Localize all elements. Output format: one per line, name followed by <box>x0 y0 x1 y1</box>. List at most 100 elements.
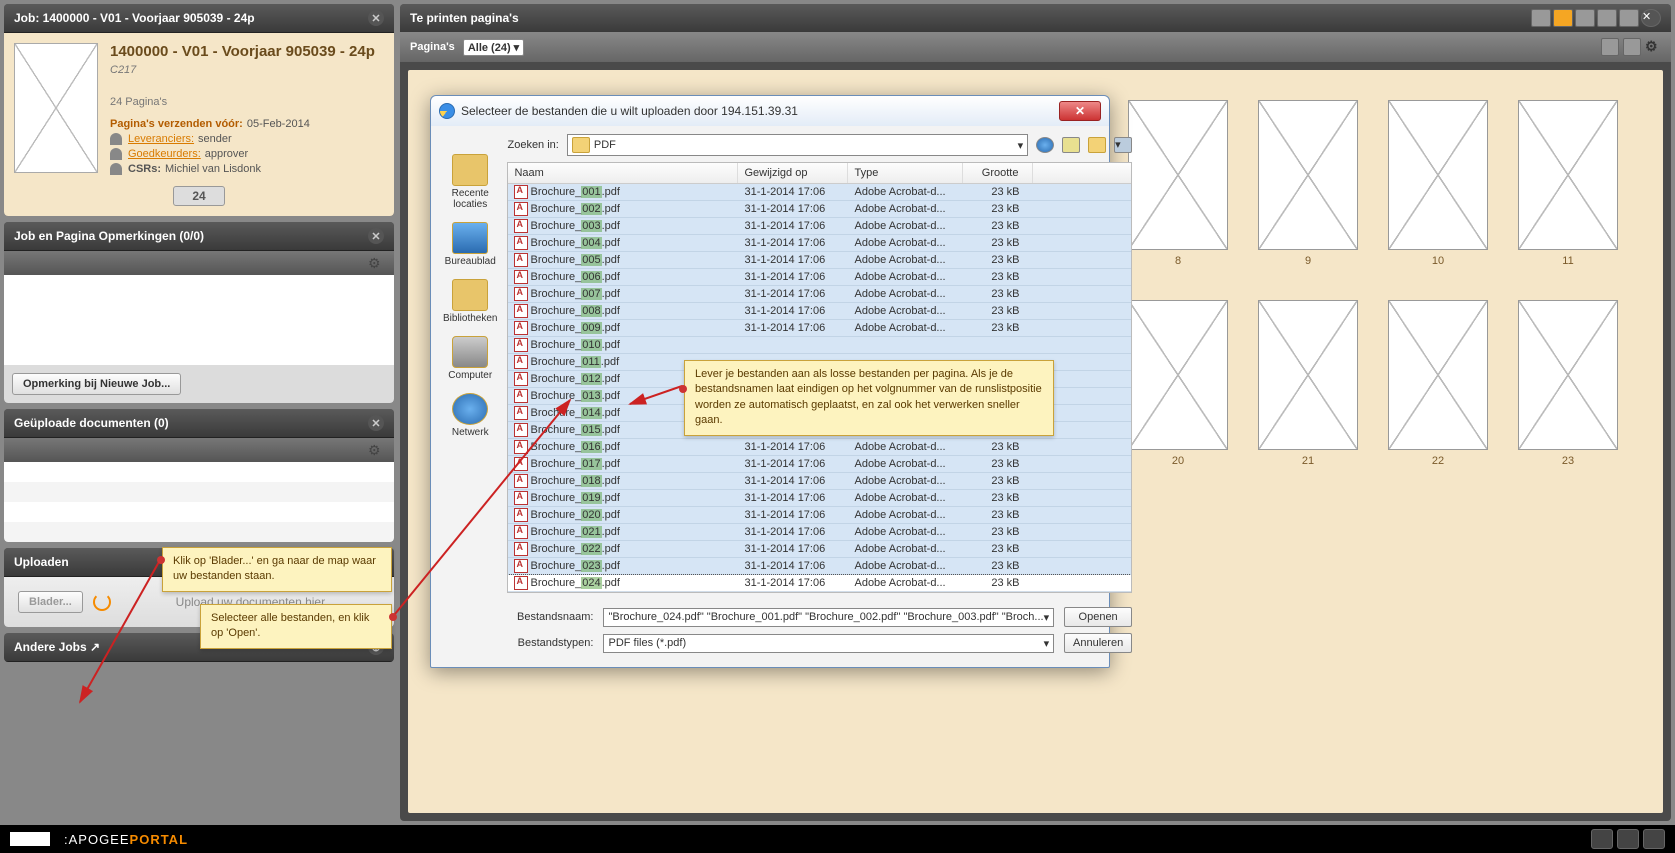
sidebar-place-2[interactable]: Bibliotheken <box>443 279 497 324</box>
remarks-panel: Job en Pagina Opmerkingen (0/0) ✕ ⚙ Opme… <box>4 222 394 403</box>
view-grid-icon[interactable] <box>1553 9 1573 27</box>
file-row[interactable]: Brochure_004.pdf31-1-2014 17:06Adobe Acr… <box>508 235 1131 252</box>
file-row[interactable]: Brochure_019.pdf31-1-2014 17:06Adobe Acr… <box>508 490 1131 507</box>
tool-icon[interactable] <box>1601 38 1619 56</box>
page-slot[interactable]: 8 <box>1128 100 1228 250</box>
pdf-icon <box>514 389 528 403</box>
file-row[interactable]: Brochure_007.pdf31-1-2014 17:06Adobe Acr… <box>508 286 1131 303</box>
dialog-close-button[interactable]: ✕ <box>1059 101 1101 121</box>
person-icon <box>110 163 122 175</box>
file-row[interactable]: Brochure_016.pdf31-1-2014 17:06Adobe Acr… <box>508 439 1131 456</box>
pages-label: Pagina's <box>410 41 455 53</box>
csrs-value: Michiel van Lisdonk <box>165 163 261 175</box>
filename-input[interactable]: "Brochure_024.pdf" "Brochure_001.pdf" "B… <box>603 608 1054 627</box>
pdf-icon <box>514 525 528 539</box>
suppliers-value: sender <box>198 133 232 145</box>
sidebar-place-1[interactable]: Bureaublad <box>445 222 496 267</box>
back-icon[interactable] <box>1036 137 1054 153</box>
close-icon[interactable]: ✕ <box>368 228 384 244</box>
person-icon <box>110 148 122 160</box>
close-icon[interactable]: ✕ <box>368 415 384 431</box>
file-row[interactable]: Brochure_022.pdf31-1-2014 17:06Adobe Acr… <box>508 541 1131 558</box>
page-number: 21 <box>1259 455 1357 467</box>
pdf-icon <box>514 559 528 573</box>
cancel-button[interactable]: Annuleren <box>1064 633 1132 653</box>
pdf-icon <box>514 202 528 216</box>
pdf-icon <box>514 508 528 522</box>
new-folder-icon[interactable] <box>1088 137 1106 153</box>
gear-icon[interactable]: ⚙ <box>1645 38 1661 54</box>
sidebar-place-0[interactable]: Recente locaties <box>443 154 497 210</box>
file-row[interactable]: Brochure_009.pdf31-1-2014 17:06Adobe Acr… <box>508 320 1131 337</box>
footer-help-icon[interactable] <box>1617 829 1639 849</box>
uploaded-title: Geüploade documenten (0) <box>14 416 169 430</box>
file-row[interactable]: Brochure_003.pdf31-1-2014 17:06Adobe Acr… <box>508 218 1131 235</box>
page-slot[interactable]: 11 <box>1518 100 1618 250</box>
send-before-value: 05-Feb-2014 <box>247 118 310 130</box>
look-in-select[interactable]: PDF ▾ <box>567 134 1028 156</box>
page-slot[interactable]: 22 <box>1388 300 1488 450</box>
footer-icon[interactable] <box>1591 829 1613 849</box>
filetype-select[interactable]: PDF files (*.pdf)▾ <box>603 634 1054 653</box>
job-title: 1400000 - V01 - Voorjaar 905039 - 24p <box>110 43 375 60</box>
file-row[interactable]: Brochure_008.pdf31-1-2014 17:06Adobe Acr… <box>508 303 1131 320</box>
file-row[interactable]: Brochure_021.pdf31-1-2014 17:06Adobe Acr… <box>508 524 1131 541</box>
pdf-icon <box>514 372 528 386</box>
footer: :APOGEEPORTAL <box>0 825 1675 853</box>
tool-icon[interactable] <box>1623 38 1641 56</box>
file-row[interactable]: Brochure_001.pdf31-1-2014 17:06Adobe Acr… <box>508 184 1131 201</box>
dialog-title: Selecteer de bestanden die u wilt upload… <box>461 104 798 118</box>
pdf-icon <box>514 474 528 488</box>
gear-icon[interactable]: ⚙ <box>368 442 384 458</box>
page-slot[interactable]: 20 <box>1128 300 1228 450</box>
suppliers-label[interactable]: Leveranciers: <box>128 133 194 145</box>
page-number: 22 <box>1389 455 1487 467</box>
browse-button[interactable]: Blader... <box>18 591 83 613</box>
pages-filter[interactable]: Alle (24) ▾ <box>463 39 524 56</box>
callout-filename-tip: Lever je bestanden aan als losse bestand… <box>684 360 1054 436</box>
page-number: 9 <box>1259 255 1357 267</box>
folder-icon <box>572 137 590 153</box>
file-row[interactable]: Brochure_023.pdf31-1-2014 17:06Adobe Acr… <box>508 558 1131 575</box>
page-number: 11 <box>1519 255 1617 267</box>
open-button[interactable]: Openen <box>1064 607 1132 627</box>
gear-icon[interactable]: ⚙ <box>368 255 384 271</box>
remarks-title: Job en Pagina Opmerkingen (0/0) <box>14 229 204 243</box>
file-row[interactable]: Brochure_017.pdf31-1-2014 17:06Adobe Acr… <box>508 456 1131 473</box>
sidebar-place-4[interactable]: Netwerk <box>452 393 489 438</box>
file-row[interactable]: Brochure_018.pdf31-1-2014 17:06Adobe Acr… <box>508 473 1131 490</box>
job-panel-title: Job: 1400000 - V01 - Voorjaar 905039 - 2… <box>14 11 255 25</box>
page-slot[interactable]: 9 <box>1258 100 1358 250</box>
view-list-icon[interactable] <box>1531 9 1551 27</box>
col-type[interactable]: Type <box>848 163 963 183</box>
col-size[interactable]: Grootte <box>963 163 1033 183</box>
pdf-icon <box>514 576 528 590</box>
tool-icon[interactable] <box>1575 9 1595 27</box>
up-folder-icon[interactable] <box>1062 137 1080 153</box>
new-remark-button[interactable]: Opmerking bij Nieuwe Job... <box>12 373 181 395</box>
view-mode-icon[interactable]: ▾ <box>1114 137 1132 153</box>
footer-icon[interactable] <box>1643 829 1665 849</box>
close-icon[interactable]: ✕ <box>368 10 384 26</box>
col-name[interactable]: Naam <box>508 163 738 183</box>
callout-browse: Klik op 'Blader...' en ga naar de map wa… <box>162 547 392 592</box>
file-row[interactable]: Brochure_020.pdf31-1-2014 17:06Adobe Acr… <box>508 507 1131 524</box>
page-slot[interactable]: 21 <box>1258 300 1358 450</box>
tool-icon[interactable] <box>1619 9 1639 27</box>
right-title: Te printen pagina's <box>410 11 519 25</box>
tool-icon[interactable] <box>1597 9 1617 27</box>
col-date[interactable]: Gewijzigd op <box>738 163 848 183</box>
spinner-icon <box>93 593 111 611</box>
filename-label: Bestandsnaam: <box>507 611 593 623</box>
page-slot[interactable]: 23 <box>1518 300 1618 450</box>
approvers-label[interactable]: Goedkeurders: <box>128 148 201 160</box>
file-row[interactable]: Brochure_005.pdf31-1-2014 17:06Adobe Acr… <box>508 252 1131 269</box>
file-row[interactable]: Brochure_002.pdf31-1-2014 17:06Adobe Acr… <box>508 201 1131 218</box>
sidebar-place-3[interactable]: Computer <box>448 336 492 381</box>
pdf-icon <box>514 338 528 352</box>
page-slot[interactable]: 10 <box>1388 100 1488 250</box>
file-row[interactable]: Brochure_006.pdf31-1-2014 17:06Adobe Acr… <box>508 269 1131 286</box>
file-row[interactable]: Brochure_024.pdf31-1-2014 17:06Adobe Acr… <box>508 575 1131 592</box>
file-row[interactable]: Brochure_010.pdf <box>508 337 1131 354</box>
close-icon[interactable]: ✕ <box>1641 9 1661 27</box>
